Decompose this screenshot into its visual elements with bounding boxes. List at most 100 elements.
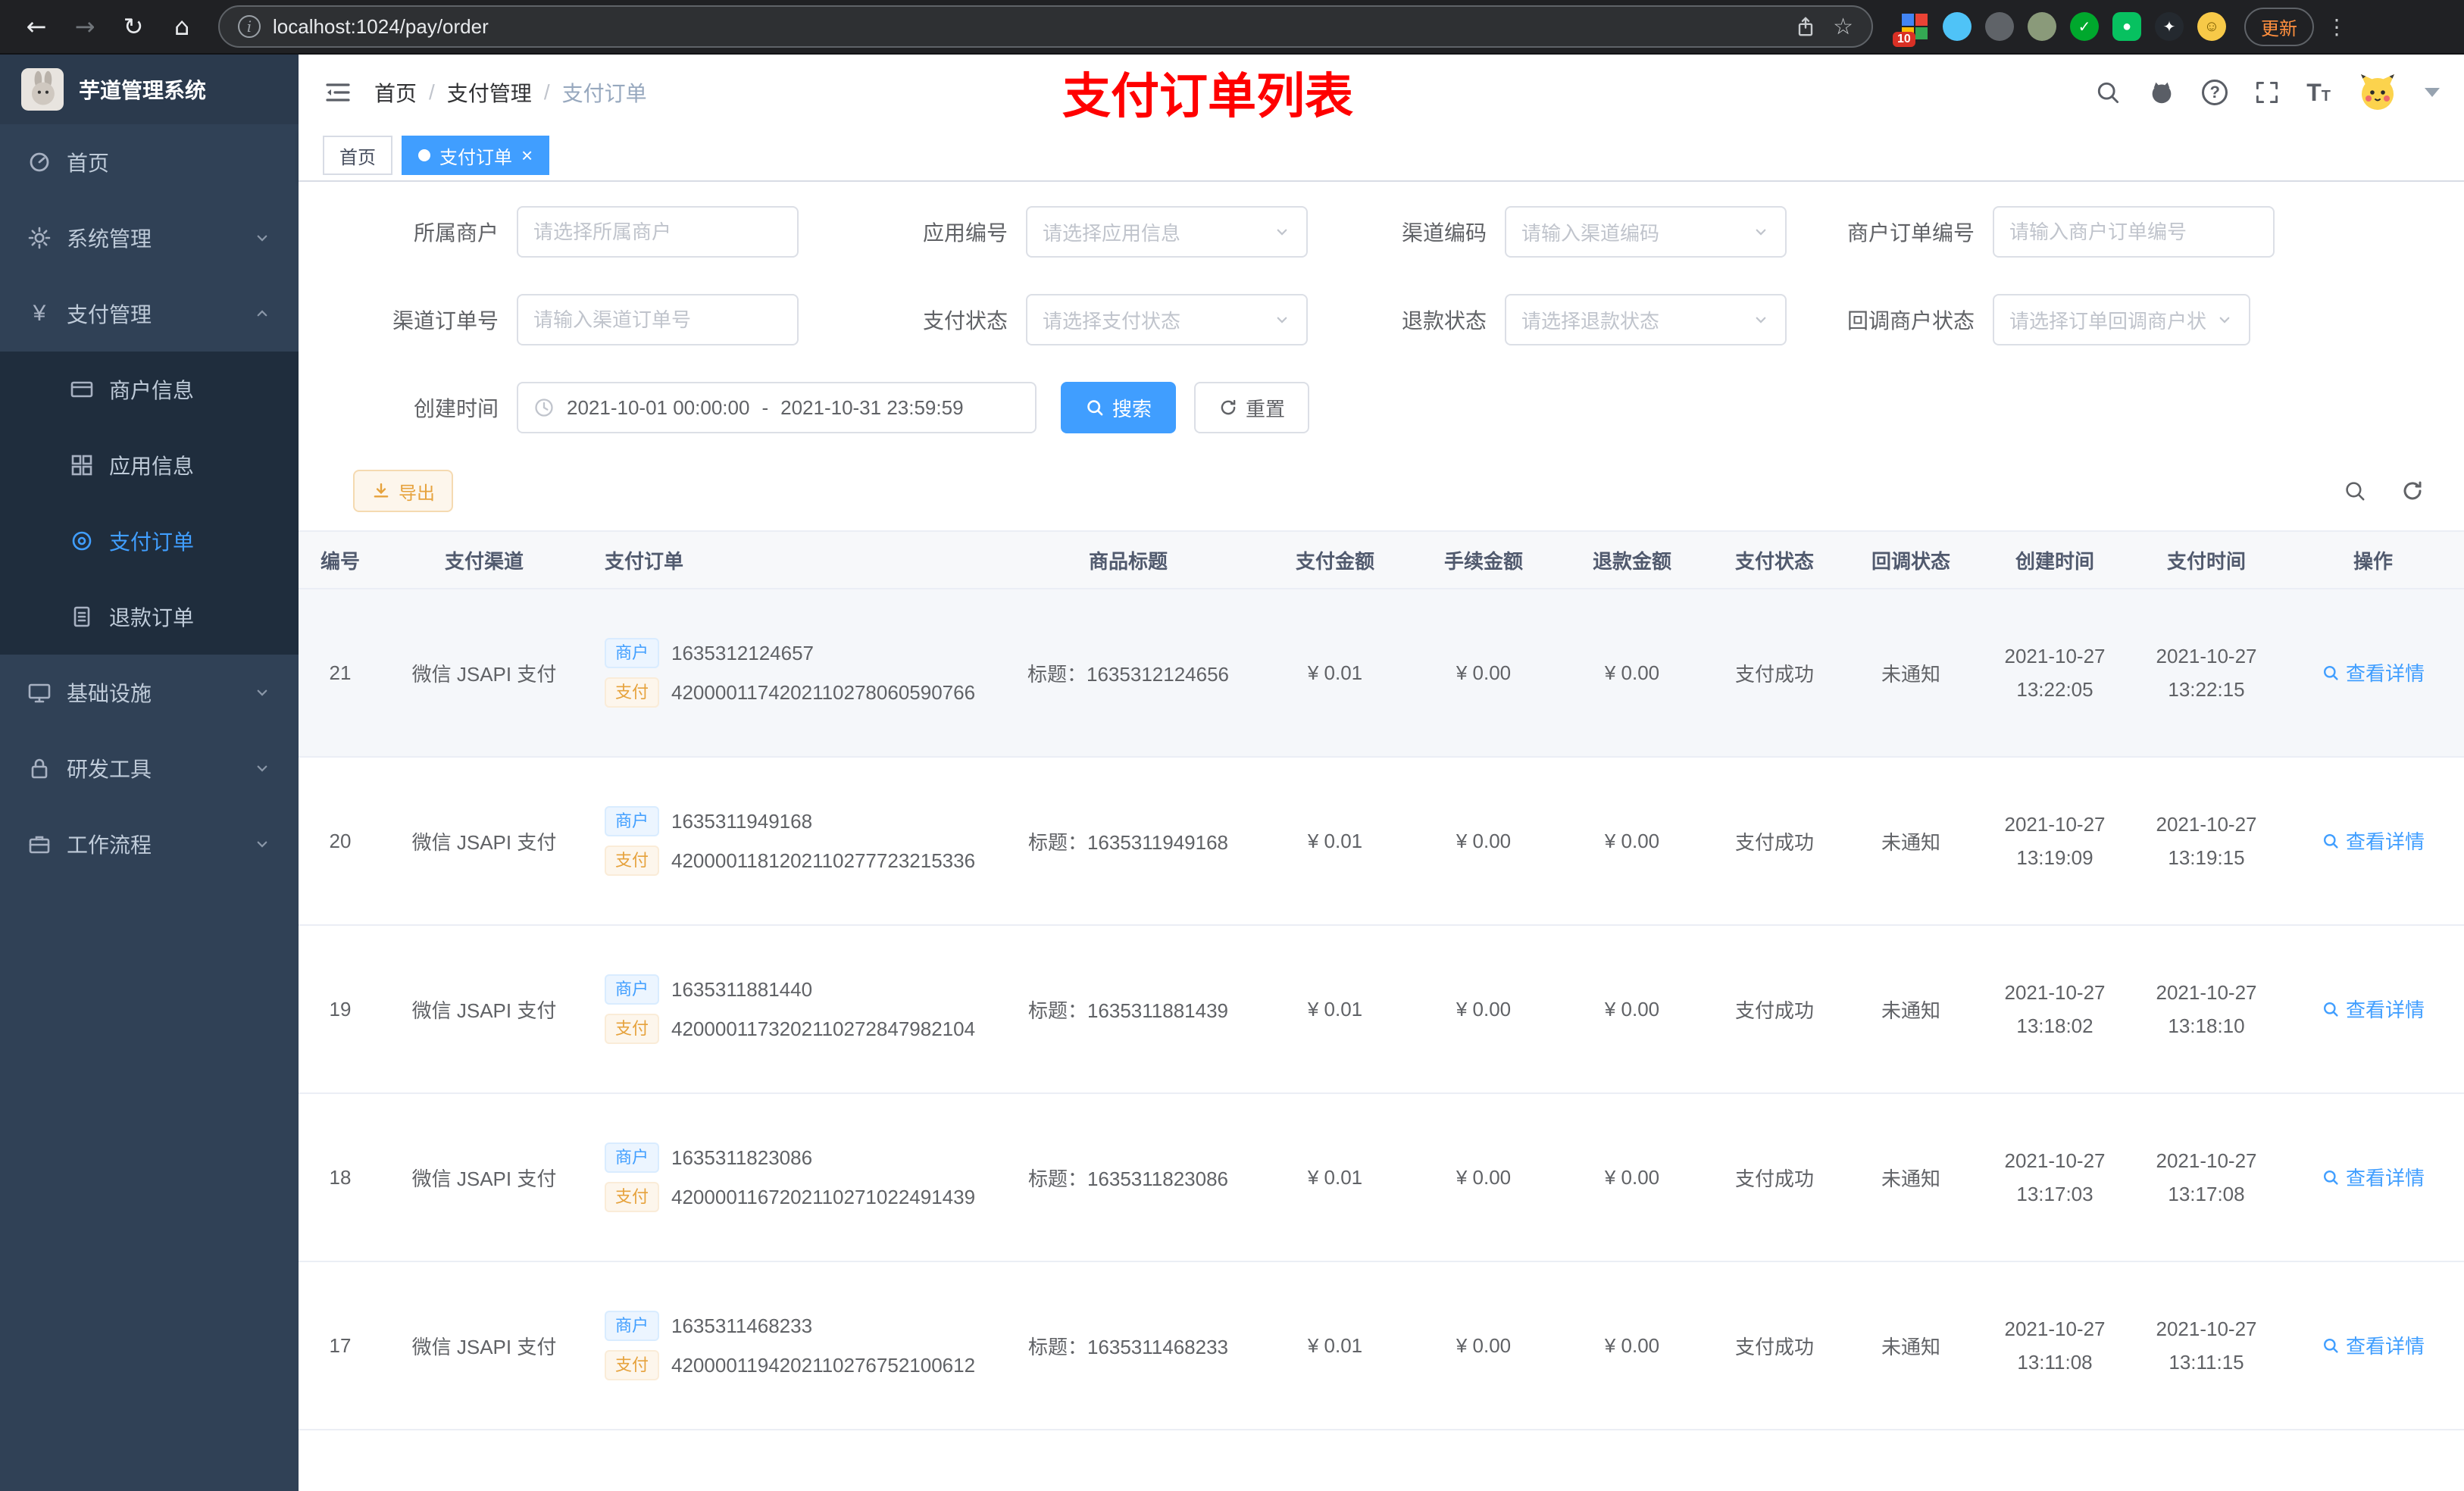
browser-chrome: ← → ↻ ⌂ i localhost:1024/pay/order ☆ 10 … [0, 0, 2464, 55]
sidebar-item-pay[interactable]: ¥ 支付管理 [0, 276, 299, 352]
view-detail-link[interactable]: 查看详情 [2322, 827, 2425, 855]
lock-icon [31, 758, 48, 779]
table-row: 19 微信 JSAPI 支付 商户 1635311881440 支付 4200001… [299, 925, 2464, 1094]
site-info-icon[interactable]: i [238, 15, 261, 38]
font-size-icon[interactable]: TT [2306, 80, 2331, 105]
avatar[interactable] [2356, 71, 2399, 114]
active-dot [418, 149, 430, 161]
browser-update-button[interactable]: 更新 [2244, 7, 2314, 46]
breadcrumb-home[interactable]: 首页 [374, 77, 417, 108]
pay-status: 支付成功 [1706, 1093, 1843, 1262]
pay-tag: 支付 [605, 846, 660, 876]
extension-icon-olive[interactable] [2028, 12, 2056, 41]
col-header-refund: 退款金额 [1558, 530, 1706, 589]
extension-icon-pinwheel[interactable]: ✦ [2155, 12, 2184, 41]
extension-icon-chat[interactable]: ● [2112, 12, 2141, 41]
extension-icon-emoji[interactable]: ☺ [2197, 12, 2226, 41]
tab-pay-order[interactable]: 支付订单 × [402, 136, 550, 175]
view-detail-link[interactable]: 查看详情 [2322, 995, 2425, 1023]
address-bar[interactable]: i localhost:1024/pay/order ☆ [218, 5, 1873, 48]
col-header-actions: 操作 [2282, 530, 2464, 589]
forward-icon[interactable]: → [64, 5, 106, 48]
url-text[interactable]: localhost:1024/pay/order [273, 15, 1781, 39]
product-title: 标题：1635311823086 [996, 1093, 1261, 1262]
pay-order-no: 4200001194202110276752100612 [671, 1353, 976, 1377]
breadcrumb-pay[interactable]: 支付管理 [447, 77, 532, 108]
search-icon [2323, 1170, 2338, 1185]
chevron-down-icon [2219, 317, 2230, 324]
export-button[interactable]: 导出 [353, 470, 453, 512]
tab-home[interactable]: 首页 [323, 136, 392, 175]
content-area: 所属商户 应用编号 请选择应用信息 渠道编码 请输入渠道编码 商户订单编号 [299, 182, 2464, 1491]
chevron-down-icon [1756, 317, 1766, 324]
extension-icon-check[interactable]: ✓ [2070, 12, 2099, 41]
share-icon[interactable] [1793, 14, 1818, 39]
sidebar-item-home[interactable]: 首页 [0, 124, 299, 200]
reload-icon[interactable]: ↻ [112, 5, 155, 48]
sidebar-item-pay-order[interactable]: 支付订单 [0, 503, 299, 579]
merchant-order-no-input[interactable] [1993, 206, 2275, 258]
merchant-tag: 商户 [605, 1311, 660, 1341]
channel-order-no-input[interactable] [517, 294, 799, 345]
merchant-input[interactable] [517, 206, 799, 258]
extension-icon-pixel[interactable]: 10 [1893, 12, 1929, 47]
search-button[interactable]: 搜索 [1061, 382, 1177, 433]
pay-status-select[interactable]: 请选择支付状态 [1026, 294, 1308, 345]
sidebar-item-refund-order[interactable]: 退款订单 [0, 579, 299, 655]
table-search-icon[interactable] [2343, 479, 2367, 503]
app-select[interactable]: 请选择应用信息 [1026, 206, 1308, 258]
notify-status: 未通知 [1843, 1093, 1979, 1262]
sidebar-item-infra[interactable]: 基础设施 [0, 655, 299, 730]
view-detail-link[interactable]: 查看详情 [2322, 1331, 2425, 1359]
clock-icon [535, 399, 553, 417]
table-refresh-icon[interactable] [2400, 479, 2425, 503]
create-time: 2021-10-27 13:19:09 [1979, 757, 2131, 926]
merchant-order-no: 1635311823086 [671, 1146, 813, 1169]
close-icon[interactable]: × [521, 145, 533, 165]
search-icon[interactable] [2094, 79, 2122, 106]
pay-status: 支付成功 [1706, 1261, 1843, 1430]
chevron-down-icon [1277, 317, 1287, 324]
pay-channel: 微信 JSAPI 支付 [382, 1093, 586, 1262]
product-title: 标题：1635311468233 [996, 1261, 1261, 1430]
card-icon [70, 381, 93, 398]
date-end[interactable]: 2021-10-31 23:59:59 [780, 396, 963, 420]
notify-status: 未通知 [1843, 589, 1979, 758]
refresh-icon [1221, 399, 1236, 415]
pay-amount: ¥ 0.01 [1261, 925, 1409, 1094]
extension-icon-gray[interactable] [1985, 12, 2014, 41]
view-detail-link[interactable]: 查看详情 [2322, 658, 2425, 686]
refund-status-select[interactable]: 请选择退款状态 [1505, 294, 1787, 345]
sidebar-item-app-info[interactable]: 应用信息 [0, 427, 299, 503]
chevron-down-icon [257, 235, 267, 242]
filter-label-create-time: 创建时间 [413, 397, 499, 420]
view-detail-link[interactable]: 查看详情 [2322, 1163, 2425, 1191]
channel-code-select[interactable]: 请输入渠道编码 [1505, 206, 1787, 258]
sidebar-item-merchant-info[interactable]: 商户信息 [0, 352, 299, 427]
sidebar-fold-icon[interactable] [323, 77, 353, 108]
fullscreen-icon[interactable] [2253, 79, 2281, 106]
orders-table: 编号 支付渠道 支付订单 商品标题 支付金额 手续金额 退款金额 支付状态 回调… [299, 530, 2464, 1491]
reset-button[interactable]: 重置 [1194, 382, 1310, 433]
top-navbar: 首页 / 支付管理 / 支付订单 支付订单列表 ? TT [299, 55, 2464, 130]
browser-menu-icon[interactable]: ⋮ [2326, 14, 2347, 39]
filter-label-notify-status: 回调商户状态 [1846, 309, 1975, 333]
sidebar-item-workflow[interactable]: 工作流程 [0, 806, 299, 882]
back-icon[interactable]: ← [15, 5, 58, 48]
bookmark-star-icon[interactable]: ☆ [1833, 14, 1853, 40]
extension-icon-drop[interactable] [1943, 12, 1972, 41]
help-icon[interactable]: ? [2202, 80, 2228, 105]
create-time-range-picker[interactable]: 2021-10-01 00:00:00 - 2021-10-31 23:59:5… [517, 382, 1037, 433]
gear-icon [28, 227, 51, 249]
pay-tag: 支付 [605, 1350, 660, 1380]
sidebar-item-dev-tools[interactable]: 研发工具 [0, 730, 299, 806]
sidebar-item-system[interactable]: 系统管理 [0, 200, 299, 276]
avatar-caret-icon[interactable] [2425, 88, 2440, 97]
github-icon[interactable] [2147, 78, 2176, 107]
pay-submenu: 商户信息 应用信息 支付订单 退款订单 [0, 352, 299, 655]
create-time: 2021-10-27 13:17:03 [1979, 1093, 2131, 1262]
date-start[interactable]: 2021-10-01 00:00:00 [567, 396, 749, 420]
home-icon[interactable]: ⌂ [161, 5, 203, 48]
notify-status-select[interactable]: 请选择订单回调商户状态 [1993, 294, 2250, 345]
table-row: 17 微信 JSAPI 支付 商户 1635311468233 支付 4200001… [299, 1261, 2464, 1430]
